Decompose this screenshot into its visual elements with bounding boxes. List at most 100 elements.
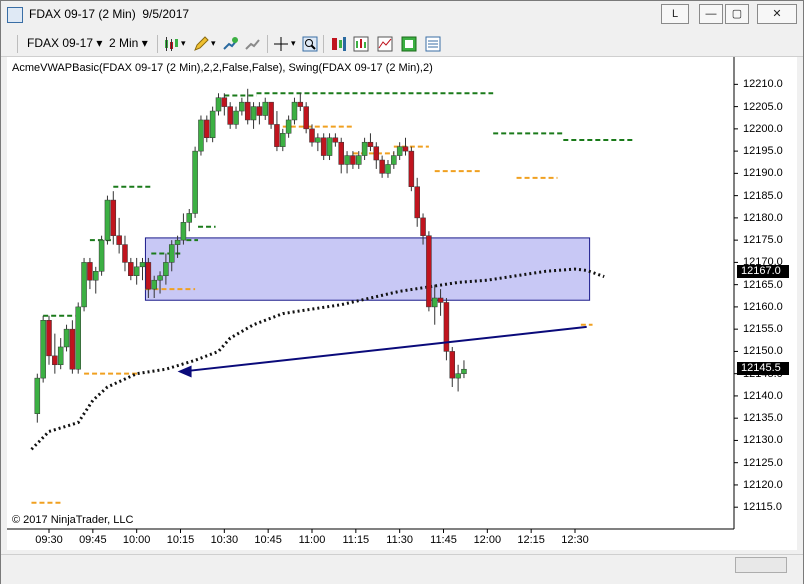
candle-body [320,137,327,156]
time-tick-label: 12:30 [561,534,589,546]
candle-body [63,328,70,348]
candle-body [291,101,298,121]
candle-body [338,141,344,165]
arrow-head-icon [177,365,192,378]
time-tick-label: 12:00 [473,534,502,546]
price-tick-label: 12155.0 [743,323,783,336]
candle-body [215,97,222,112]
time-tick-label: 10:45 [254,534,282,546]
candle-body [180,222,187,241]
price-tick-label: 12175.0 [743,234,783,247]
candle-body [128,262,134,276]
price-tick-label: 12190.0 [743,167,783,180]
price-tick-label: 12195.0 [743,145,783,158]
candle-body [81,262,87,308]
candle-body [414,186,420,219]
time-tick-label: 11:00 [298,534,326,546]
time-tick-label: 11:30 [386,534,414,546]
candle-body [69,328,76,370]
candle-body [274,124,280,147]
candle-body [461,368,467,374]
candle-body [385,164,391,174]
candle-body [431,297,438,308]
candle-body [303,106,309,130]
candle-body [280,133,286,147]
price-chart[interactable] [1,1,803,583]
candle-body [110,199,117,236]
candle-body [221,97,228,107]
candle-body [443,302,450,352]
time-tick-label: 10:15 [166,534,195,546]
candle-body [116,235,122,245]
time-tick-label: 11:15 [342,534,370,546]
candle-body [408,150,415,187]
candle-body [46,320,52,357]
candle-body [332,137,339,143]
candle-body [326,137,333,156]
candle-body [145,262,152,290]
candle-body [455,373,461,379]
candle-body [122,244,128,263]
candle-body [420,217,426,236]
price-tick-label: 12130.0 [743,434,783,447]
time-tick-label: 09:30 [35,534,63,546]
time-tick-label: 09:45 [79,534,107,546]
indicator-label: AcmeVWAPBasic(FDAX 09-17 (2 Min),2,2,Fal… [12,62,433,74]
candle-body [315,137,321,143]
candle-body [104,199,111,241]
candle-body [396,146,403,156]
candle-body [34,377,41,414]
price-tick-label: 12160.0 [743,300,783,313]
price-tick-label: 12165.0 [743,278,783,291]
candle-body [157,275,163,281]
candle-body [75,306,81,370]
candle-body [98,239,105,272]
candle-body [40,320,46,379]
price-tick-label: 12120.0 [743,478,783,491]
candle-body [168,244,175,263]
candle-body [227,106,233,125]
candle-body [93,271,99,281]
candle-body [244,101,251,121]
supply-demand-zone [144,237,591,301]
candle-body [233,110,239,125]
candle-body [239,101,245,112]
horizontal-scrollbar[interactable] [735,557,787,573]
candle-body [192,150,198,214]
time-tick-label: 11:45 [430,534,457,546]
price-tick-label: 12150.0 [743,345,783,358]
candle-body [297,101,304,107]
candle-body [133,266,140,276]
chart-window: FDAX 09-17 (2 Min) 9/5/2017 L — ▢ ✕ FDAX… [0,0,804,584]
candle-body [139,262,146,268]
candle-body [309,128,315,143]
price-tick-label: 12205.0 [743,100,783,113]
price-tick-label: 12135.0 [743,412,783,425]
candle-body [391,155,397,165]
candle-body [402,146,409,152]
candle-body [250,106,257,121]
candle-body [57,346,64,366]
candle-body [209,110,216,139]
price-tick-label: 12210.0 [743,78,783,91]
price-tick-label: 12140.0 [743,389,783,402]
candle-body [350,155,356,165]
candle-body [356,155,362,165]
price-tick-label: 12200.0 [743,122,783,135]
candle-body [344,155,350,165]
candle-body [256,106,263,116]
candle-body [204,119,210,139]
time-tick-label: 10:30 [210,534,239,546]
candle-body [379,159,385,174]
price-tick-label: 12180.0 [743,211,783,224]
candle-body [87,262,93,281]
candle-body [449,351,456,379]
candle-body [163,262,169,276]
candle-body [361,141,368,156]
price-tick-label: 12125.0 [743,456,783,469]
status-bar [1,554,803,584]
candle-body [426,235,432,308]
candle-body [268,101,274,125]
candle-body [373,146,380,161]
candle-body [186,213,193,223]
